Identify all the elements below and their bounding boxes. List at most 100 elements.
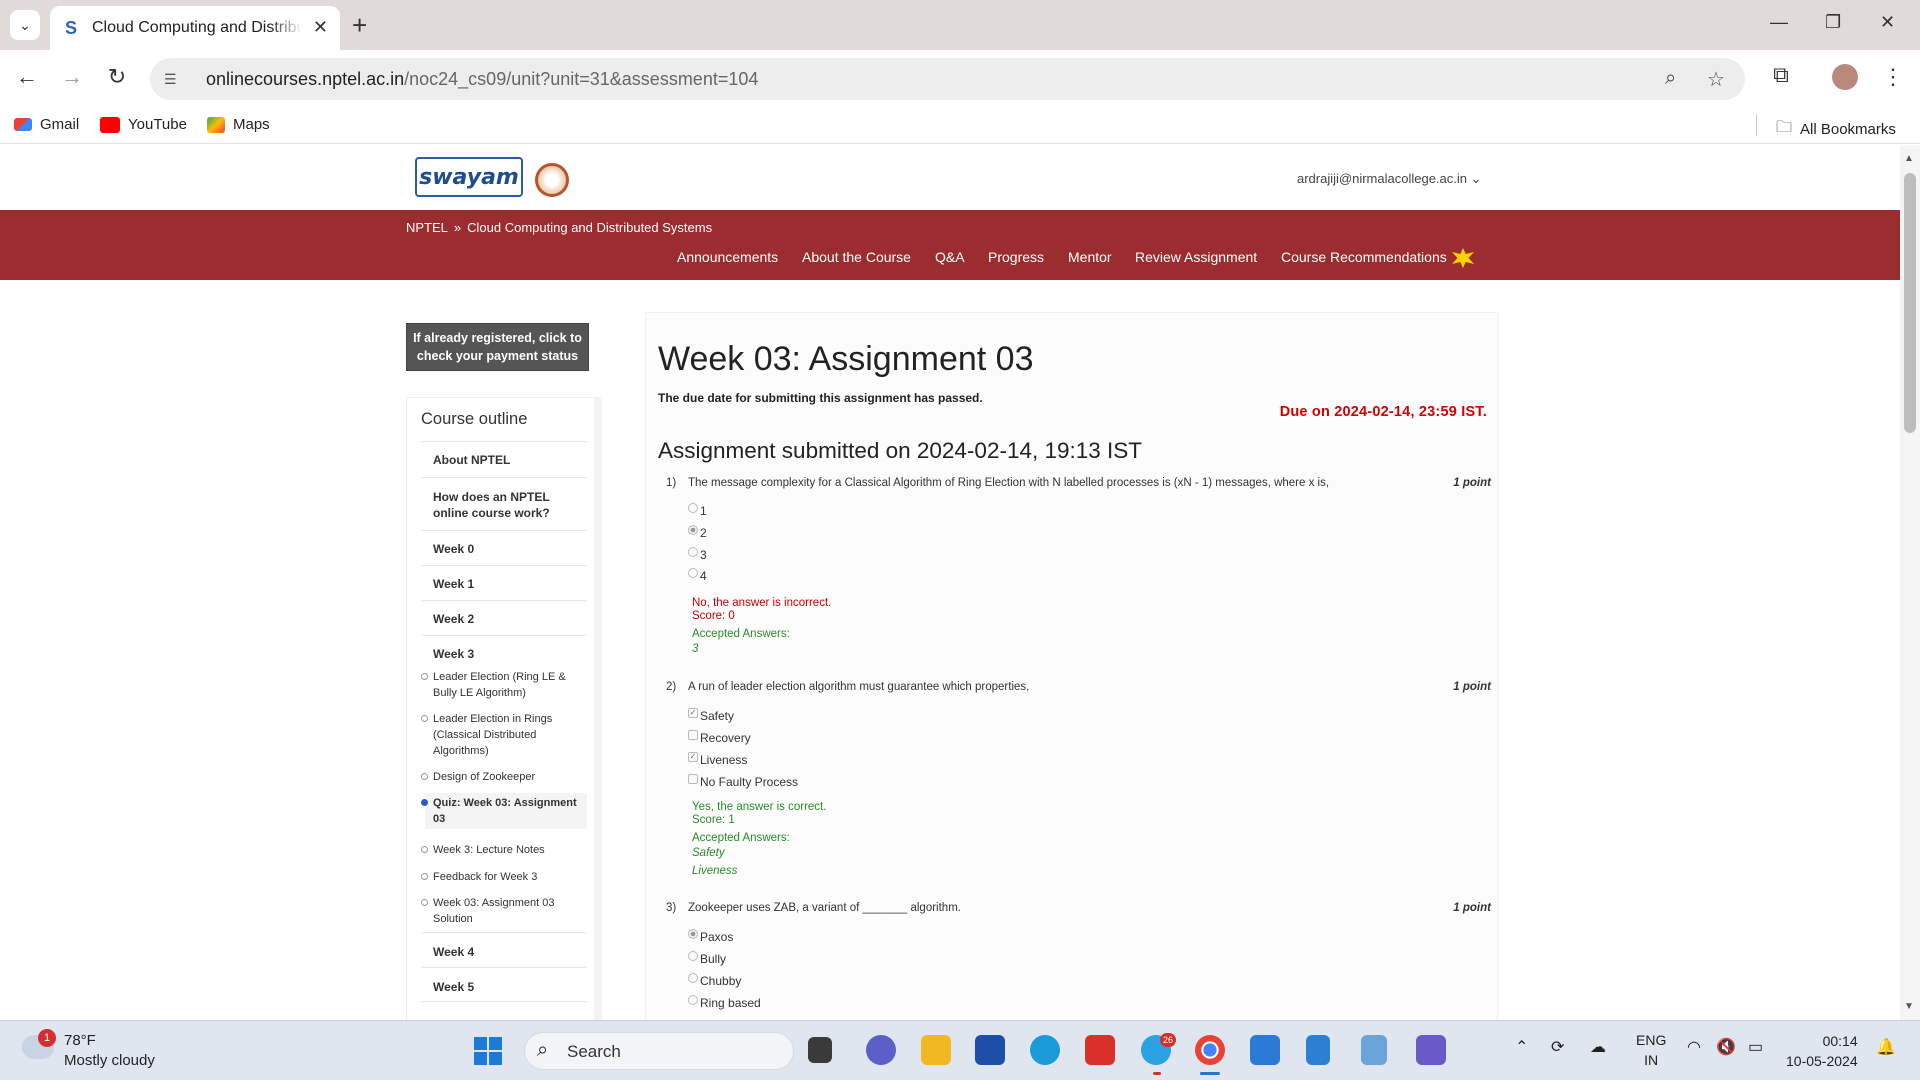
option-radio[interactable]: Bully (688, 951, 727, 966)
unit-label: Week 3: Lecture Notes (433, 844, 545, 856)
menu-kebab-icon[interactable]: ⋮ (1878, 64, 1908, 90)
bookmark-youtube[interactable]: YouTube (100, 116, 187, 133)
nav-course-recommendations[interactable]: Course Recommendations (1281, 249, 1447, 265)
file-explorer-icon[interactable] (921, 1035, 951, 1065)
teams-chat-icon[interactable] (866, 1035, 896, 1065)
option-label: No Faulty Process (700, 775, 799, 789)
profile-avatar[interactable] (1832, 64, 1858, 90)
outline-item-about-nptel[interactable]: About NPTEL (421, 441, 587, 477)
vscode-icon[interactable] (1250, 1035, 1280, 1065)
nav-progress[interactable]: Progress (988, 249, 1044, 265)
outline-item-week-0[interactable]: Week 0 (421, 530, 587, 565)
notification-bell-icon[interactable]: 🔔 (1876, 1037, 1896, 1057)
swayam-logo[interactable]: swayam (415, 157, 523, 197)
option-radio[interactable]: 4 (688, 568, 707, 583)
breadcrumb-nptel[interactable]: NPTEL (406, 220, 448, 235)
notepad-icon[interactable] (1306, 1035, 1330, 1065)
scroll-thumb[interactable] (1904, 173, 1916, 433)
outline-title: Course outline (421, 410, 528, 428)
sync-icon[interactable]: ⟳ (1551, 1037, 1564, 1057)
outline-item-week-5[interactable]: Week 5 (421, 967, 587, 1002)
taskbar-search[interactable]: ⌕ Search (524, 1032, 794, 1070)
nav-about-course[interactable]: About the Course (802, 249, 911, 265)
outline-unit[interactable]: Week 3: Lecture Notes (421, 842, 587, 858)
checkbox-icon (688, 774, 698, 784)
outline-item-week-3[interactable]: Week 3 (421, 635, 587, 665)
tab-search-button[interactable]: ⌄ (10, 10, 40, 40)
wifi-icon[interactable]: ◠ (1687, 1037, 1701, 1057)
mute-icon[interactable]: 🔇 (1716, 1037, 1736, 1057)
battery-icon[interactable]: ▭ (1748, 1037, 1763, 1057)
option-checkbox[interactable]: Recovery (688, 730, 751, 745)
new-tab-icon[interactable]: + (352, 10, 367, 40)
snipping-tool-icon[interactable] (1361, 1035, 1387, 1065)
scroll-down-icon[interactable]: ▼ (1904, 1001, 1914, 1012)
clock[interactable]: 00:14 10-05-2024 (1786, 1031, 1858, 1071)
taskbar: 1 78°F Mostly cloudy ⌕ Search 26 ⌃ ⟳ ☁ E… (0, 1020, 1920, 1080)
outline-unit-active[interactable]: Quiz: Week 03: Assignment 03 (421, 793, 587, 829)
language-indicator[interactable]: ENG IN (1636, 1030, 1666, 1070)
weather-temp: 78°F (64, 1032, 96, 1049)
chevron-up-icon[interactable]: ⌃ (1515, 1037, 1528, 1057)
outline-item-week-4[interactable]: Week 4 (421, 932, 587, 967)
windows-start-icon[interactable] (474, 1037, 502, 1065)
gmail-icon (14, 118, 32, 131)
telegram-active-indicator (1153, 1072, 1161, 1075)
user-menu[interactable]: ardrajiji@nirmalacollege.ac.in ⌄ (1297, 171, 1482, 187)
outline-unit[interactable]: Leader Election (Ring LE & Bully LE Algo… (421, 669, 587, 701)
close-tab-icon[interactable]: ✕ (313, 17, 328, 38)
breadcrumb-course[interactable]: Cloud Computing and Distributed Systems (467, 220, 712, 235)
emblem-logo (535, 163, 569, 197)
forward-icon[interactable]: → (57, 64, 87, 90)
option-checkbox[interactable]: No Faulty Process (688, 774, 799, 789)
chrome-icon[interactable] (1195, 1035, 1225, 1065)
address-bar[interactable]: ☰ onlinecourses.nptel.ac.in/noc24_cs09/u… (150, 58, 1745, 100)
scroll-up-icon[interactable]: ▲ (1904, 153, 1914, 164)
option-checkbox[interactable]: ✓ Liveness (688, 752, 747, 767)
task-view-icon[interactable] (808, 1037, 832, 1063)
option-radio[interactable]: Chubby (688, 973, 741, 988)
microsoft-store-icon[interactable] (975, 1035, 1005, 1065)
onedrive-icon[interactable]: ☁ (1590, 1037, 1606, 1057)
bookmark-maps[interactable]: Maps (207, 116, 270, 133)
payment-status-button[interactable]: If already registered, click to check yo… (406, 323, 589, 371)
back-icon[interactable]: ← (12, 64, 42, 90)
reload-icon[interactable]: ↻ (102, 64, 132, 90)
nav-mentor[interactable]: Mentor (1068, 249, 1112, 265)
extensions-icon[interactable]: ⧉ (1766, 62, 1796, 88)
nav-review-assignment[interactable]: Review Assignment (1135, 249, 1257, 265)
option-radio[interactable]: 2 (688, 525, 707, 540)
all-bookmarks[interactable]: 🗀 All Bookmarks (1776, 116, 1896, 143)
nav-qa[interactable]: Q&A (935, 249, 965, 265)
outline-item-week-2[interactable]: Week 2 (421, 600, 587, 635)
nav-announcements[interactable]: Announcements (677, 249, 778, 265)
outline-unit[interactable]: Week 03: Assignment 03 Solution (421, 895, 587, 927)
option-radio[interactable]: 1 (688, 503, 707, 518)
site-info-icon[interactable]: ☰ (164, 71, 186, 88)
outline-unit[interactable]: Feedback for Week 3 (421, 869, 587, 885)
option-label: Bully (700, 952, 727, 966)
chevron-down-icon: ⌄ (1470, 171, 1482, 186)
weather-status: Mostly cloudy (64, 1052, 155, 1069)
page-scrollbar[interactable]: ▲ ▼ (1900, 145, 1920, 1020)
outline-item-how-course-works[interactable]: How does an NPTEL online course work? (421, 477, 587, 530)
option-radio[interactable]: 3 (688, 547, 707, 562)
url-text: onlinecourses.nptel.ac.in/noc24_cs09/uni… (206, 69, 758, 90)
browser-tab[interactable]: S Cloud Computing and Distributed System… (50, 6, 340, 50)
option-radio[interactable]: Paxos (688, 929, 733, 944)
zoom-icon[interactable]: ⌕ (1665, 67, 1676, 90)
close-window-icon[interactable]: ✕ (1880, 12, 1895, 33)
option-checkbox[interactable]: ✓ Safety (688, 708, 734, 723)
minimize-icon[interactable]: — (1770, 12, 1788, 33)
outline-unit[interactable]: Leader Election in Rings (Classical Dist… (421, 711, 587, 759)
outline-item-week-1[interactable]: Week 1 (421, 565, 587, 600)
app-icon[interactable] (1416, 1035, 1446, 1065)
restore-icon[interactable]: ❐ (1825, 12, 1841, 33)
edge-icon[interactable] (1030, 1035, 1060, 1065)
wps-office-icon[interactable] (1085, 1035, 1115, 1065)
option-radio[interactable]: Ring based (688, 995, 761, 1010)
outline-unit[interactable]: Design of Zookeeper (421, 769, 587, 785)
language: ENG (1636, 1032, 1667, 1048)
bookmark-gmail[interactable]: Gmail (14, 116, 79, 133)
bookmark-star-icon[interactable]: ☆ (1707, 67, 1725, 92)
